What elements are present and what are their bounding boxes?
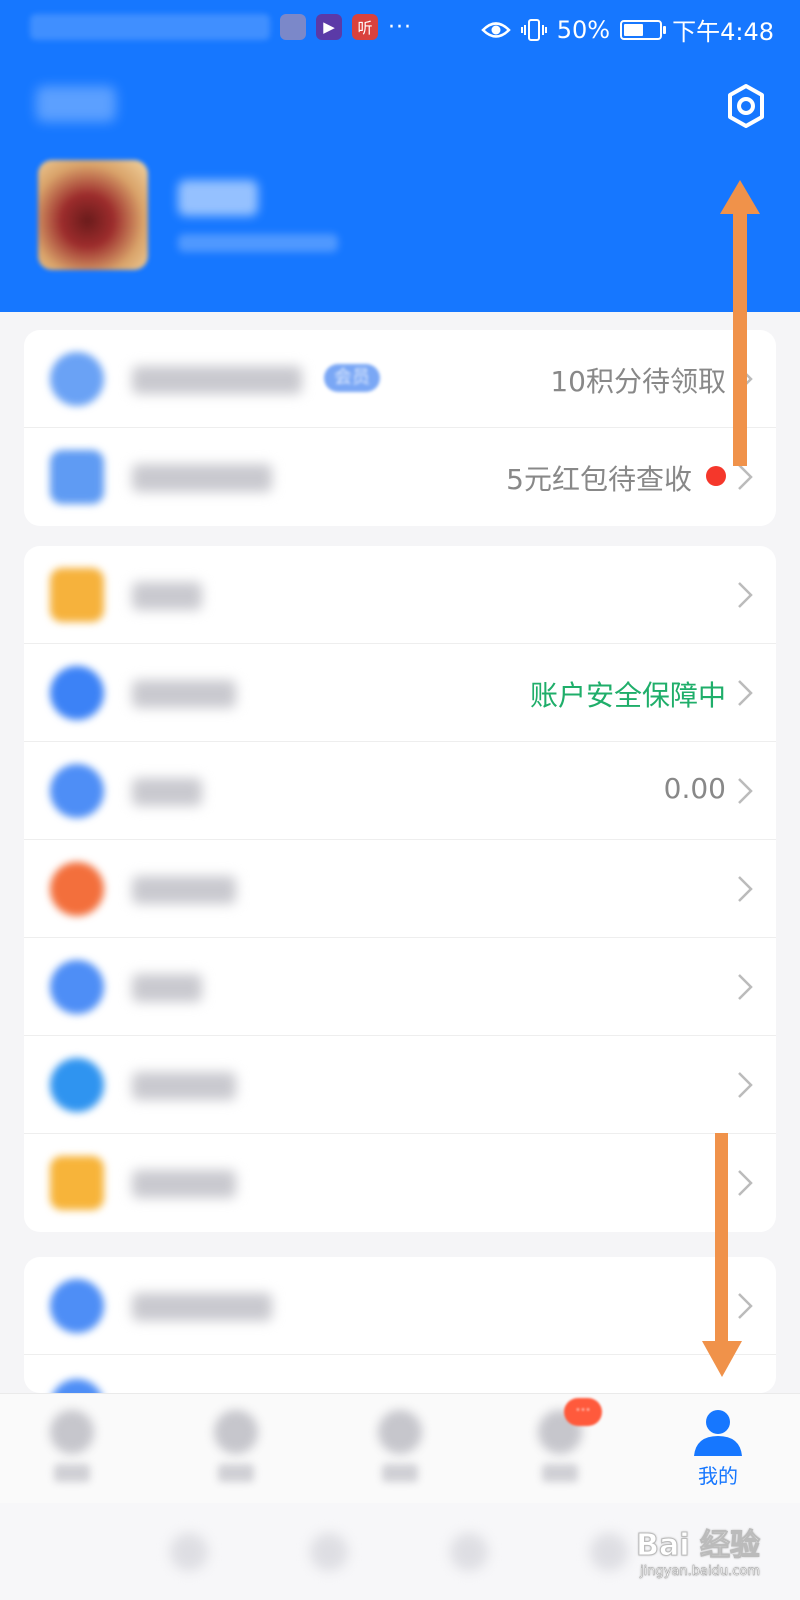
chevron-right-icon [738,680,753,706]
balance-icon [50,764,104,818]
tab-home[interactable] [12,1402,132,1498]
wealth-icon [214,1410,258,1454]
chevron-right-icon [738,582,753,608]
list-item-yuebao[interactable] [24,840,776,938]
battery-percent: 50% [556,15,611,44]
yuebao-icon [50,862,104,916]
security-status: 账户安全保障中 [529,679,726,712]
tab-mine[interactable]: 我的 [658,1402,778,1498]
services-card [24,1257,776,1393]
list-item-label [132,1170,236,1198]
status-bar-notifications: ▶ 听 ··· [30,14,412,40]
member-badge: 会员 [324,364,380,392]
bank-card-icon [50,1156,104,1210]
vibrate-icon [520,18,547,41]
chevron-right-icon [738,1072,753,1098]
menu-icon[interactable] [590,1533,628,1571]
list-item-membership[interactable]: 会员 10积分待领取 [24,330,776,428]
gear-icon [728,84,764,128]
yuelibao-icon [50,1058,104,1112]
chevron-right-icon [738,876,753,902]
list-item-label [132,1072,236,1100]
list-item-next[interactable] [24,1355,776,1393]
arrow-up-annotation-icon [720,180,760,466]
balance-value: 0.00 [663,772,726,805]
user-account [178,234,338,252]
home-icon [50,1410,94,1454]
benefits-icon [50,450,104,504]
status-bar: ▶ 听 ··· 50% 下午4:48 [0,0,800,56]
bill-icon [50,568,104,622]
red-packet-status: 5元红包待查收 [506,463,692,496]
blurred-notification-icons [30,14,270,40]
huabei-icon [50,960,104,1014]
tab-label [382,1464,418,1482]
points-status: 10积分待领取 [550,365,726,398]
chevron-right-icon [738,778,753,804]
notification-dot [706,466,726,486]
tab-life[interactable] [340,1402,460,1498]
list-item-yuelibao[interactable] [24,1036,776,1134]
list-item-label [132,582,202,610]
tab-messages[interactable]: ··· [500,1398,620,1498]
list-item-label [132,366,302,394]
list-item-security[interactable]: 账户安全保障中 [24,644,776,742]
listen-app-icon: 听 [352,14,378,40]
list-item-label [132,876,236,904]
tab-wealth[interactable] [176,1402,296,1498]
message-badge: ··· [564,1398,602,1426]
home-nav-icon[interactable] [310,1533,348,1571]
membership-icon [50,352,104,406]
arrow-down-annotation-icon [702,1133,742,1377]
list-item-benefits[interactable]: 5元红包待查收 [24,428,776,526]
list-item-balance[interactable]: 0.00 [24,742,776,840]
list-item-label [132,974,202,1002]
list-item-label [132,464,272,492]
watermark-brand: Bai 经验 [636,1528,761,1564]
chevron-right-icon [738,464,753,490]
life-icon [378,1410,422,1454]
back-icon[interactable] [170,1533,208,1571]
user-name[interactable] [178,180,258,216]
page-title [36,86,116,122]
watermark: Bai 经验 jingyan.baidu.com [636,1520,761,1580]
list-item-label [132,1293,272,1321]
video-app-icon: ▶ [316,14,342,40]
clock: 下午4:48 [672,18,774,46]
list-item-label [132,778,202,806]
person-icon [694,1410,742,1456]
list-item-label [132,680,236,708]
recents-icon[interactable] [450,1533,488,1571]
tab-label [542,1464,578,1482]
account-card: 账户安全保障中 0.00 [24,546,776,1232]
status-bar-system: 50% 下午4:48 [480,12,774,47]
profile-header: ▶ 听 ··· 50% 下午4:48 [0,0,800,312]
notification-app-icon [280,14,306,40]
list-item-huabei[interactable] [24,938,776,1036]
tab-label-mine: 我的 [698,1464,738,1488]
settings-button[interactable] [720,80,772,132]
list-item-service[interactable] [24,1257,776,1355]
service-icon [50,1279,104,1333]
tab-label [54,1464,90,1482]
security-icon [50,666,104,720]
next-item-icon [50,1379,104,1393]
more-notifications-icon: ··· [388,14,412,40]
watermark-url: jingyan.baidu.com [640,1564,760,1579]
tab-label [218,1464,254,1482]
bottom-tab-bar: ··· 我的 [0,1393,800,1504]
membership-card: 会员 10积分待领取 5元红包待查收 [24,330,776,526]
battery-icon [620,19,667,40]
list-item-bank-card[interactable] [24,1134,776,1232]
list-item-bill[interactable] [24,546,776,644]
eye-comfort-icon [480,21,511,38]
chevron-right-icon [738,974,753,1000]
avatar[interactable] [38,160,148,270]
